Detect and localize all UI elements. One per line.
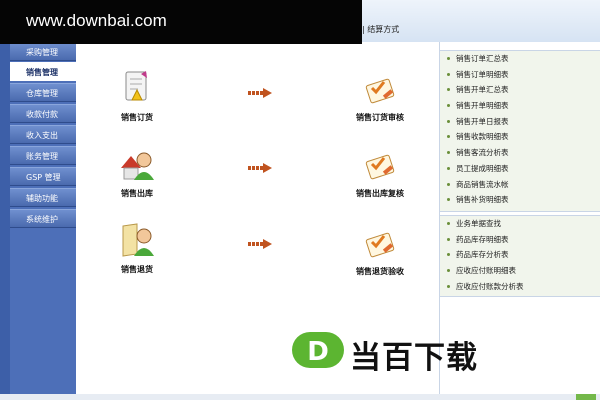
report-link[interactable]: 药品库存明细表 [440, 232, 600, 248]
review-checklist-icon [365, 232, 395, 258]
svg-text:D: D [307, 337, 329, 367]
sales-return-inspection-button[interactable]: 销售退货验收 [330, 228, 430, 277]
watermark-logo: D 当百下载 [292, 330, 542, 376]
sidebar-item-sales[interactable]: 销售管理 [10, 62, 76, 81]
sidebar-item-receipts-payments[interactable]: 收款付款 [10, 104, 76, 123]
status-bar [0, 394, 600, 400]
status-indicator [576, 394, 596, 400]
arrow-right-icon [248, 88, 272, 98]
watermark-logo-text: 当百下载 [350, 340, 478, 376]
menu-item-settlement[interactable]: | 结算方式 [362, 24, 399, 35]
arrow-right-icon [248, 163, 272, 173]
sales-outbound-label: 销售出库 [121, 189, 153, 198]
report-link[interactable]: 商品销售流水帐 [440, 177, 600, 193]
arrow-right-icon [248, 239, 272, 249]
sales-return-inspection-label: 销售退货验收 [356, 267, 404, 276]
sidebar-item-purchase[interactable]: 采购管理 [10, 42, 76, 61]
sidebar-item-auxiliary[interactable]: 辅助功能 [10, 188, 76, 207]
sales-report-list: 销售订单汇总表 销售订单明细表 销售开单汇总表 销售开单明细表 销售开单日报表 … [440, 50, 600, 212]
report-link[interactable]: 销售订单明细表 [440, 67, 600, 83]
outbound-person-icon [121, 152, 154, 180]
sales-outbound-recheck-label: 销售出库复核 [356, 189, 404, 198]
sales-outbound-button[interactable]: 销售出库 [87, 148, 187, 199]
report-link[interactable]: 业务单据查找 [440, 216, 600, 232]
review-checklist-icon [365, 78, 395, 104]
sidebar-item-income-expense[interactable]: 收入支出 [10, 125, 76, 144]
report-link[interactable]: 药品库存分析表 [440, 247, 600, 263]
sales-return-button[interactable]: 销售退货 [87, 222, 187, 275]
review-checklist-icon [365, 154, 395, 180]
sales-order-review-label: 销售订货审核 [356, 113, 404, 122]
report-link[interactable]: 销售开单汇总表 [440, 82, 600, 98]
sales-order-label: 销售订货 [121, 113, 153, 122]
sidebar-item-warehouse[interactable]: 仓库管理 [10, 83, 76, 102]
sales-return-label: 销售退货 [121, 265, 153, 274]
sidebar-item-gsp[interactable]: GSP 管理 [10, 167, 76, 186]
inventory-report-list: 业务单据查找 药品库存明细表 药品库存分析表 应收应付账明细表 应收应付账款分析… [440, 215, 600, 297]
order-document-icon [125, 71, 147, 101]
report-link[interactable]: 员工提成明细表 [440, 161, 600, 177]
watermark-banner: www.downbai.com [0, 0, 362, 44]
report-link[interactable]: 应收应付账明细表 [440, 263, 600, 279]
report-link[interactable]: 销售客流分析表 [440, 145, 600, 161]
watermark-site-text: www.downbai.com [26, 11, 167, 30]
sidebar-item-accounts[interactable]: 账务管理 [10, 146, 76, 165]
return-person-icon [122, 223, 154, 257]
sales-outbound-recheck-button[interactable]: 销售出库复核 [330, 150, 430, 199]
report-link[interactable]: 销售补货明细表 [440, 192, 600, 208]
report-link[interactable]: 销售开单日报表 [440, 114, 600, 130]
report-link[interactable]: 销售收款明细表 [440, 129, 600, 145]
report-link[interactable]: 应收应付账款分析表 [440, 279, 600, 295]
sales-order-review-button[interactable]: 销售订货审核 [330, 74, 430, 123]
logo-d-icon: D [292, 332, 344, 368]
report-link[interactable]: 销售订单汇总表 [440, 51, 600, 67]
sales-order-button[interactable]: 销售订货 [87, 70, 187, 123]
sidebar-item-system[interactable]: 系统维护 [10, 209, 76, 228]
report-link[interactable]: 销售开单明细表 [440, 98, 600, 114]
